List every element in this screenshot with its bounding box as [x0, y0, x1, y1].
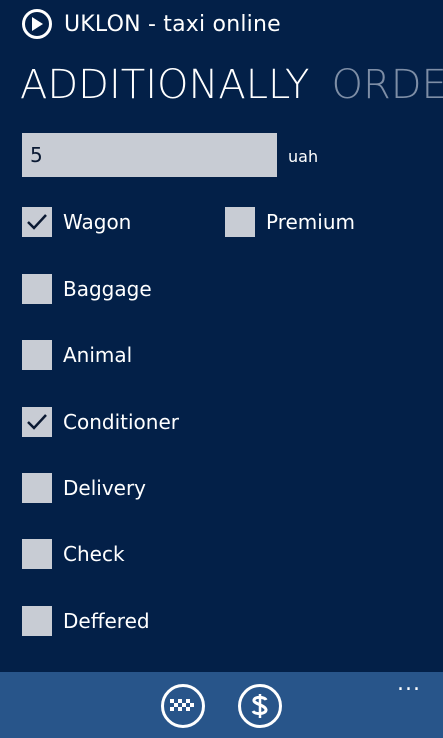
deffered-checkbox[interactable]: Deffered [22, 606, 150, 636]
check-checkbox[interactable]: Check [22, 539, 125, 569]
currency-unit-label: uah [288, 147, 319, 166]
checkbox-box [22, 473, 52, 503]
conditioner-label: Conditioner [63, 410, 179, 434]
checkbox-box [22, 340, 52, 370]
pivot-item-additionally[interactable]: ADDITIONALLY [20, 62, 309, 108]
checkmark-icon [27, 214, 47, 230]
pivot-item-order[interactable]: ORDE [331, 62, 443, 108]
conditioner-checkbox[interactable]: Conditioner [22, 407, 179, 437]
checkbox-box [22, 274, 52, 304]
animal-checkbox[interactable]: Animal [22, 340, 132, 370]
checkbox-box [22, 207, 52, 237]
deffered-label: Deffered [63, 609, 150, 633]
app-header: UKLON - taxi online [22, 8, 281, 40]
checkmark-icon [27, 414, 47, 430]
checkbox-box [22, 606, 52, 636]
amount-input[interactable] [22, 133, 277, 177]
wagon-checkbox[interactable]: Wagon [22, 207, 131, 237]
premium-checkbox[interactable]: Premium [225, 207, 355, 237]
checkbox-box [22, 407, 52, 437]
checkbox-box [22, 539, 52, 569]
app-bar: ... [0, 672, 443, 738]
premium-label: Premium [266, 210, 355, 234]
dollar-icon [251, 694, 268, 718]
payment-button[interactable] [238, 684, 282, 728]
app-title: UKLON - taxi online [64, 11, 281, 37]
checkbox-box [225, 207, 255, 237]
baggage-label: Baggage [63, 277, 152, 301]
animal-label: Animal [63, 343, 133, 367]
taxi-icon [170, 699, 194, 711]
play-circle-icon [22, 9, 52, 39]
check-label: Check [63, 542, 125, 566]
taxi-button[interactable] [161, 684, 205, 728]
delivery-checkbox[interactable]: Delivery [22, 473, 146, 503]
delivery-label: Delivery [63, 476, 147, 500]
more-menu-button[interactable]: ... [397, 673, 421, 695]
pivot-header: ADDITIONALLY ORDE [20, 62, 443, 108]
wagon-label: Wagon [63, 210, 132, 234]
baggage-checkbox[interactable]: Baggage [22, 274, 152, 304]
